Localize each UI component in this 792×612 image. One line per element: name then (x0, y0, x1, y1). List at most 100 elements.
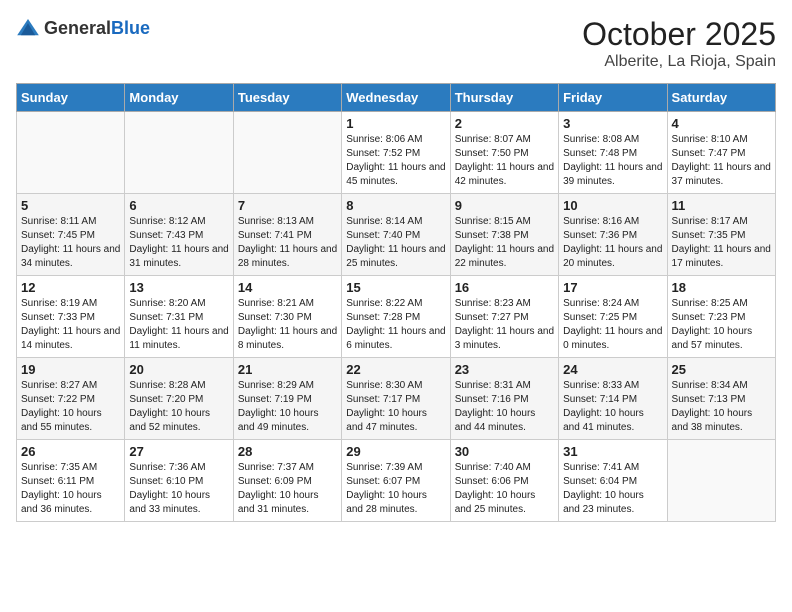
day-number: 27 (129, 444, 228, 459)
day-number: 20 (129, 362, 228, 377)
calendar-cell: 25Sunrise: 8:34 AMSunset: 7:13 PMDayligh… (667, 358, 775, 440)
calendar-cell: 15 Sunrise: 8:22 AMSunset: 7:28 PMDayligh… (342, 276, 450, 358)
day-info: Sunrise: 7:40 AMSunset: 6:06 PMDaylight:… (455, 461, 554, 517)
day-number: 12 (21, 280, 120, 295)
calendar-week-row: 1 Sunrise: 8:06 AMSunset: 7:52 PMDaylight… (17, 112, 776, 194)
logo: GeneralBlue (16, 16, 150, 40)
day-number: 1 (346, 116, 445, 131)
day-number: 2 (455, 116, 554, 131)
calendar-cell: 27 Sunrise: 7:36 AMSunset: 6:10 PMDayligh… (125, 440, 233, 522)
day-info: Sunrise: 8:14 AMSunset: 7:40 PMDaylight:… (346, 215, 445, 271)
weekday-header-cell: Saturday (667, 84, 775, 112)
day-number: 17 (563, 280, 662, 295)
calendar-table: SundayMondayTuesdayWednesdayThursdayFrid… (16, 83, 776, 522)
calendar-cell: 1 Sunrise: 8:06 AMSunset: 7:52 PMDaylight… (342, 112, 450, 194)
calendar-cell: 30Sunrise: 7:40 AMSunset: 6:06 PMDayligh… (450, 440, 558, 522)
day-info: Sunrise: 8:28 AMSunset: 7:20 PMDaylight:… (129, 379, 228, 435)
logo-general: General (44, 18, 111, 38)
title-block: October 2025 Alberite, La Rioja, Spain (582, 16, 776, 71)
day-number: 10 (563, 198, 662, 213)
day-number: 28 (238, 444, 337, 459)
day-number: 16 (455, 280, 554, 295)
calendar-week-row: 5 Sunrise: 8:11 AMSunset: 7:45 PMDaylight… (17, 194, 776, 276)
calendar-cell: 19Sunrise: 8:27 AMSunset: 7:22 PMDayligh… (17, 358, 125, 440)
day-number: 23 (455, 362, 554, 377)
day-number: 4 (672, 116, 771, 131)
calendar-cell: 9 Sunrise: 8:15 AMSunset: 7:38 PMDaylight… (450, 194, 558, 276)
day-number: 8 (346, 198, 445, 213)
day-number: 22 (346, 362, 445, 377)
calendar-cell: 26 Sunrise: 7:35 AMSunset: 6:11 PMDayligh… (17, 440, 125, 522)
location-title: Alberite, La Rioja, Spain (582, 53, 776, 71)
day-info: Sunrise: 8:08 AMSunset: 7:48 PMDaylight:… (563, 133, 662, 189)
calendar-cell: 29 Sunrise: 7:39 AMSunset: 6:07 PMDayligh… (342, 440, 450, 522)
calendar-body: 1 Sunrise: 8:06 AMSunset: 7:52 PMDaylight… (17, 112, 776, 522)
calendar-cell: 23 Sunrise: 8:31 AMSunset: 7:16 PMDayligh… (450, 358, 558, 440)
day-number: 11 (672, 198, 771, 213)
day-info: Sunrise: 8:11 AMSunset: 7:45 PMDaylight:… (21, 215, 120, 271)
day-info: Sunrise: 8:16 AMSunset: 7:36 PMDaylight:… (563, 215, 662, 271)
day-number: 15 (346, 280, 445, 295)
calendar-cell: 20 Sunrise: 8:28 AMSunset: 7:20 PMDayligh… (125, 358, 233, 440)
calendar-week-row: 19Sunrise: 8:27 AMSunset: 7:22 PMDayligh… (17, 358, 776, 440)
page-header: GeneralBlue October 2025 Alberite, La Ri… (16, 16, 776, 71)
weekday-header-row: SundayMondayTuesdayWednesdayThursdayFrid… (17, 84, 776, 112)
calendar-cell: 8 Sunrise: 8:14 AMSunset: 7:40 PMDaylight… (342, 194, 450, 276)
day-number: 9 (455, 198, 554, 213)
day-number: 5 (21, 198, 120, 213)
day-info: Sunrise: 8:20 AMSunset: 7:31 PMDaylight:… (129, 297, 228, 353)
day-info: Sunrise: 7:35 AMSunset: 6:11 PMDaylight:… (21, 461, 120, 517)
day-info: Sunrise: 8:07 AMSunset: 7:50 PMDaylight:… (455, 133, 554, 189)
day-number: 7 (238, 198, 337, 213)
day-info: Sunrise: 8:15 AMSunset: 7:38 PMDaylight:… (455, 215, 554, 271)
calendar-cell: 10 Sunrise: 8:16 AMSunset: 7:36 PMDayligh… (559, 194, 667, 276)
calendar-cell: 13 Sunrise: 8:20 AMSunset: 7:31 PMDayligh… (125, 276, 233, 358)
calendar-cell: 5 Sunrise: 8:11 AMSunset: 7:45 PMDaylight… (17, 194, 125, 276)
calendar-cell: 14 Sunrise: 8:21 AMSunset: 7:30 PMDayligh… (233, 276, 341, 358)
day-number: 21 (238, 362, 337, 377)
calendar-cell: 17Sunrise: 8:24 AMSunset: 7:25 PMDayligh… (559, 276, 667, 358)
day-info: Sunrise: 8:33 AMSunset: 7:14 PMDaylight:… (563, 379, 662, 435)
calendar-cell (125, 112, 233, 194)
calendar-cell: 3Sunrise: 8:08 AMSunset: 7:48 PMDaylight… (559, 112, 667, 194)
day-number: 6 (129, 198, 228, 213)
day-number: 31 (563, 444, 662, 459)
calendar-cell: 6 Sunrise: 8:12 AMSunset: 7:43 PMDaylight… (125, 194, 233, 276)
logo-blue: Blue (111, 18, 150, 38)
logo-icon (16, 16, 40, 40)
calendar-cell: 24 Sunrise: 8:33 AMSunset: 7:14 PMDayligh… (559, 358, 667, 440)
weekday-header-cell: Tuesday (233, 84, 341, 112)
day-info: Sunrise: 8:31 AMSunset: 7:16 PMDaylight:… (455, 379, 554, 435)
day-number: 26 (21, 444, 120, 459)
day-number: 14 (238, 280, 337, 295)
day-info: Sunrise: 7:41 AMSunset: 6:04 PMDaylight:… (563, 461, 662, 517)
day-info: Sunrise: 8:13 AMSunset: 7:41 PMDaylight:… (238, 215, 337, 271)
weekday-header-cell: Monday (125, 84, 233, 112)
calendar-cell (233, 112, 341, 194)
weekday-header-cell: Thursday (450, 84, 558, 112)
day-info: Sunrise: 8:22 AMSunset: 7:28 PMDaylight:… (346, 297, 445, 353)
calendar-cell: 7 Sunrise: 8:13 AMSunset: 7:41 PMDaylight… (233, 194, 341, 276)
calendar-cell (667, 440, 775, 522)
day-info: Sunrise: 8:27 AMSunset: 7:22 PMDaylight:… (21, 379, 120, 435)
day-info: Sunrise: 8:30 AMSunset: 7:17 PMDaylight:… (346, 379, 445, 435)
calendar-cell (17, 112, 125, 194)
calendar-week-row: 12 Sunrise: 8:19 AMSunset: 7:33 PMDayligh… (17, 276, 776, 358)
day-info: Sunrise: 8:19 AMSunset: 7:33 PMDaylight:… (21, 297, 120, 353)
day-info: Sunrise: 8:23 AMSunset: 7:27 PMDaylight:… (455, 297, 554, 353)
day-info: Sunrise: 8:06 AMSunset: 7:52 PMDaylight:… (346, 133, 445, 189)
weekday-header-cell: Wednesday (342, 84, 450, 112)
day-info: Sunrise: 8:12 AMSunset: 7:43 PMDaylight:… (129, 215, 228, 271)
day-number: 25 (672, 362, 771, 377)
day-info: Sunrise: 8:10 AMSunset: 7:47 PMDaylight:… (672, 133, 771, 189)
month-title: October 2025 (582, 16, 776, 53)
day-number: 13 (129, 280, 228, 295)
day-info: Sunrise: 7:39 AMSunset: 6:07 PMDaylight:… (346, 461, 445, 517)
calendar-cell: 16 Sunrise: 8:23 AMSunset: 7:27 PMDayligh… (450, 276, 558, 358)
day-info: Sunrise: 7:36 AMSunset: 6:10 PMDaylight:… (129, 461, 228, 517)
calendar-cell: 11Sunrise: 8:17 AMSunset: 7:35 PMDayligh… (667, 194, 775, 276)
day-info: Sunrise: 8:21 AMSunset: 7:30 PMDaylight:… (238, 297, 337, 353)
day-number: 24 (563, 362, 662, 377)
day-number: 29 (346, 444, 445, 459)
calendar-cell: 31 Sunrise: 7:41 AMSunset: 6:04 PMDayligh… (559, 440, 667, 522)
